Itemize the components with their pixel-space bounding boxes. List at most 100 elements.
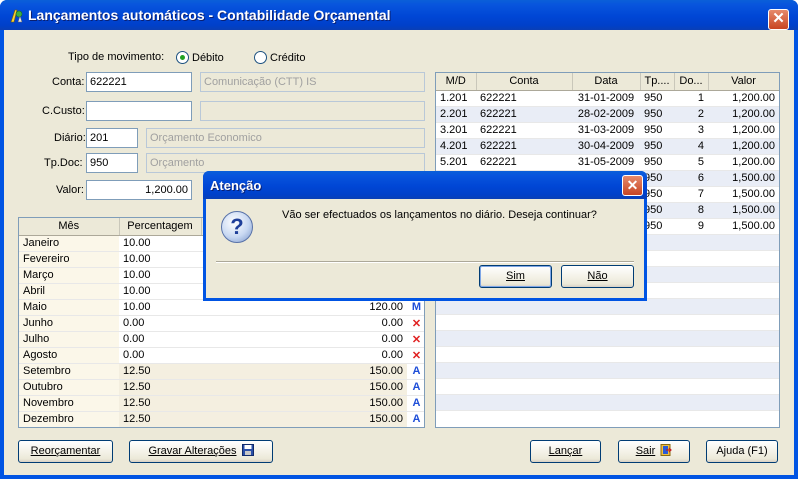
close-icon[interactable]: ✕ bbox=[768, 9, 789, 30]
entry-tp-cell: 950 bbox=[640, 122, 674, 139]
lancar-label: Lançar bbox=[548, 445, 583, 457]
month-name-cell: Fevereiro bbox=[19, 251, 119, 268]
col-header-conta[interactable]: Conta bbox=[476, 73, 573, 91]
entry-empty-cell bbox=[476, 394, 572, 411]
col-header-md[interactable]: M/D bbox=[436, 73, 477, 91]
month-value-cell: 150.00 bbox=[201, 363, 407, 380]
entry-row[interactable]: 2.201 622221 28-02-2009 950 2 1,200.00 bbox=[436, 106, 779, 123]
month-row[interactable]: Setembro 12.50 150.00 A bbox=[19, 363, 424, 380]
month-row[interactable]: Novembro 12.50 150.00 A bbox=[19, 395, 424, 412]
entry-empty-cell bbox=[708, 330, 779, 347]
exit-door-icon bbox=[660, 444, 673, 456]
entry-empty-cell bbox=[708, 394, 779, 411]
entry-empty-cell bbox=[674, 378, 708, 395]
entry-empty-cell bbox=[572, 346, 640, 363]
ccusto-description bbox=[200, 101, 425, 121]
entry-empty-cell bbox=[674, 282, 708, 299]
month-percentage-cell: 12.50 bbox=[119, 395, 201, 412]
entry-empty-cell bbox=[572, 314, 640, 331]
entry-empty-cell bbox=[674, 346, 708, 363]
month-value-cell: 150.00 bbox=[201, 411, 407, 427]
entry-empty-cell bbox=[436, 330, 476, 347]
col-header-percentagem[interactable]: Percentagem bbox=[119, 218, 202, 236]
gravar-alteracoes-button[interactable]: Gravar Alterações bbox=[129, 440, 273, 463]
sair-button[interactable]: Sair bbox=[618, 440, 690, 463]
conta-field[interactable]: 622221 bbox=[86, 72, 192, 92]
entry-tp-cell: 950 bbox=[640, 138, 674, 155]
ajuda-label: Ajuda (F1) bbox=[716, 445, 768, 457]
lancar-button[interactable]: Lançar bbox=[530, 440, 601, 463]
month-percentage-cell: 0.00 bbox=[119, 315, 201, 332]
nao-label: Não bbox=[587, 270, 608, 282]
month-row[interactable]: Maio 10.00 120.00 M bbox=[19, 299, 424, 316]
month-percentage-cell: 12.50 bbox=[119, 411, 201, 427]
entry-row[interactable]: 1.201 622221 31-01-2009 950 1 1,200.00 bbox=[436, 90, 779, 107]
entry-empty-cell bbox=[708, 282, 779, 299]
ccusto-field[interactable] bbox=[86, 101, 192, 121]
month-row[interactable]: Agosto 0.00 0.00 ✕ bbox=[19, 347, 424, 364]
entry-data-cell: 30-04-2009 bbox=[572, 138, 640, 155]
month-value-cell: 0.00 bbox=[201, 315, 407, 332]
tpdoc-label: Tp.Doc: bbox=[44, 157, 83, 169]
entry-empty-cell bbox=[674, 362, 708, 379]
valor-field[interactable]: 1,200.00 bbox=[86, 180, 192, 200]
credito-label[interactable]: Crédito bbox=[270, 52, 305, 64]
month-name-cell: Abril bbox=[19, 283, 119, 300]
tpdoc-field[interactable]: 950 bbox=[86, 153, 138, 173]
entry-empty-cell bbox=[674, 250, 708, 267]
sair-label: Sair bbox=[635, 445, 656, 457]
month-percentage-cell: 0.00 bbox=[119, 347, 201, 364]
month-name-cell: Setembro bbox=[19, 363, 119, 380]
month-flag-cell: A bbox=[407, 363, 424, 380]
entry-empty-cell bbox=[476, 362, 572, 379]
month-row[interactable]: Junho 0.00 0.00 ✕ bbox=[19, 315, 424, 332]
sim-button[interactable]: Sim bbox=[479, 265, 552, 288]
question-icon: ? bbox=[221, 211, 253, 243]
ccusto-label: C.Custo: bbox=[42, 105, 85, 117]
dialog-close-icon[interactable]: ✕ bbox=[622, 175, 643, 196]
month-percentage-cell: 10.00 bbox=[119, 235, 201, 252]
entry-do-cell: 2 bbox=[674, 106, 708, 123]
entry-empty-cell bbox=[640, 314, 674, 331]
col-header-tp[interactable]: Tp.... bbox=[640, 73, 675, 91]
col-header-mes[interactable]: Mês bbox=[19, 218, 120, 236]
entry-conta-cell: 622221 bbox=[476, 154, 572, 171]
entry-conta-cell: 622221 bbox=[476, 106, 572, 123]
entry-empty-row bbox=[436, 314, 779, 331]
entry-do-cell: 4 bbox=[674, 138, 708, 155]
month-name-cell: Junho bbox=[19, 315, 119, 332]
month-row[interactable]: Outubro 12.50 150.00 A bbox=[19, 379, 424, 396]
entry-data-cell: 28-02-2009 bbox=[572, 106, 640, 123]
entry-empty-cell bbox=[436, 378, 476, 395]
month-percentage-cell: 10.00 bbox=[119, 299, 201, 316]
month-name-cell: Novembro bbox=[19, 395, 119, 412]
tpdoc-description: Orçamento bbox=[146, 153, 425, 173]
nao-button[interactable]: Não bbox=[561, 265, 634, 288]
entry-tp-cell: 950 bbox=[640, 154, 674, 171]
month-row[interactable]: Dezembro 12.50 150.00 A bbox=[19, 411, 424, 427]
entry-valor-cell: 1,500.00 bbox=[708, 202, 779, 219]
entry-empty-cell bbox=[708, 266, 779, 283]
entry-row[interactable]: 3.201 622221 31-03-2009 950 3 1,200.00 bbox=[436, 122, 779, 139]
col-header-data[interactable]: Data bbox=[572, 73, 641, 91]
month-name-cell: Janeiro bbox=[19, 235, 119, 252]
entry-empty-cell bbox=[640, 346, 674, 363]
debito-radio[interactable] bbox=[176, 51, 189, 64]
col-header-entry-valor[interactable]: Valor bbox=[708, 73, 779, 91]
entry-empty-cell bbox=[640, 330, 674, 347]
reorcamentar-button[interactable]: Reorçamentar bbox=[18, 440, 113, 463]
credito-radio[interactable] bbox=[254, 51, 267, 64]
month-value-cell: 120.00 bbox=[201, 299, 407, 316]
entry-row[interactable]: 5.201 622221 31-05-2009 950 5 1,200.00 bbox=[436, 154, 779, 171]
debito-label[interactable]: Débito bbox=[192, 52, 224, 64]
entry-conta-cell: 622221 bbox=[476, 122, 572, 139]
month-name-cell: Março bbox=[19, 267, 119, 284]
diario-field[interactable]: 201 bbox=[86, 128, 138, 148]
month-row[interactable]: Julho 0.00 0.00 ✕ bbox=[19, 331, 424, 348]
month-value-cell: 0.00 bbox=[201, 331, 407, 348]
window-title: Lançamentos automáticos - Contabilidade … bbox=[28, 7, 391, 23]
col-header-do[interactable]: Do... bbox=[674, 73, 709, 91]
dialog-message: Vão ser efectuados os lançamentos no diá… bbox=[282, 209, 597, 221]
entry-row[interactable]: 4.201 622221 30-04-2009 950 4 1,200.00 bbox=[436, 138, 779, 155]
ajuda-button[interactable]: Ajuda (F1) bbox=[706, 440, 778, 463]
